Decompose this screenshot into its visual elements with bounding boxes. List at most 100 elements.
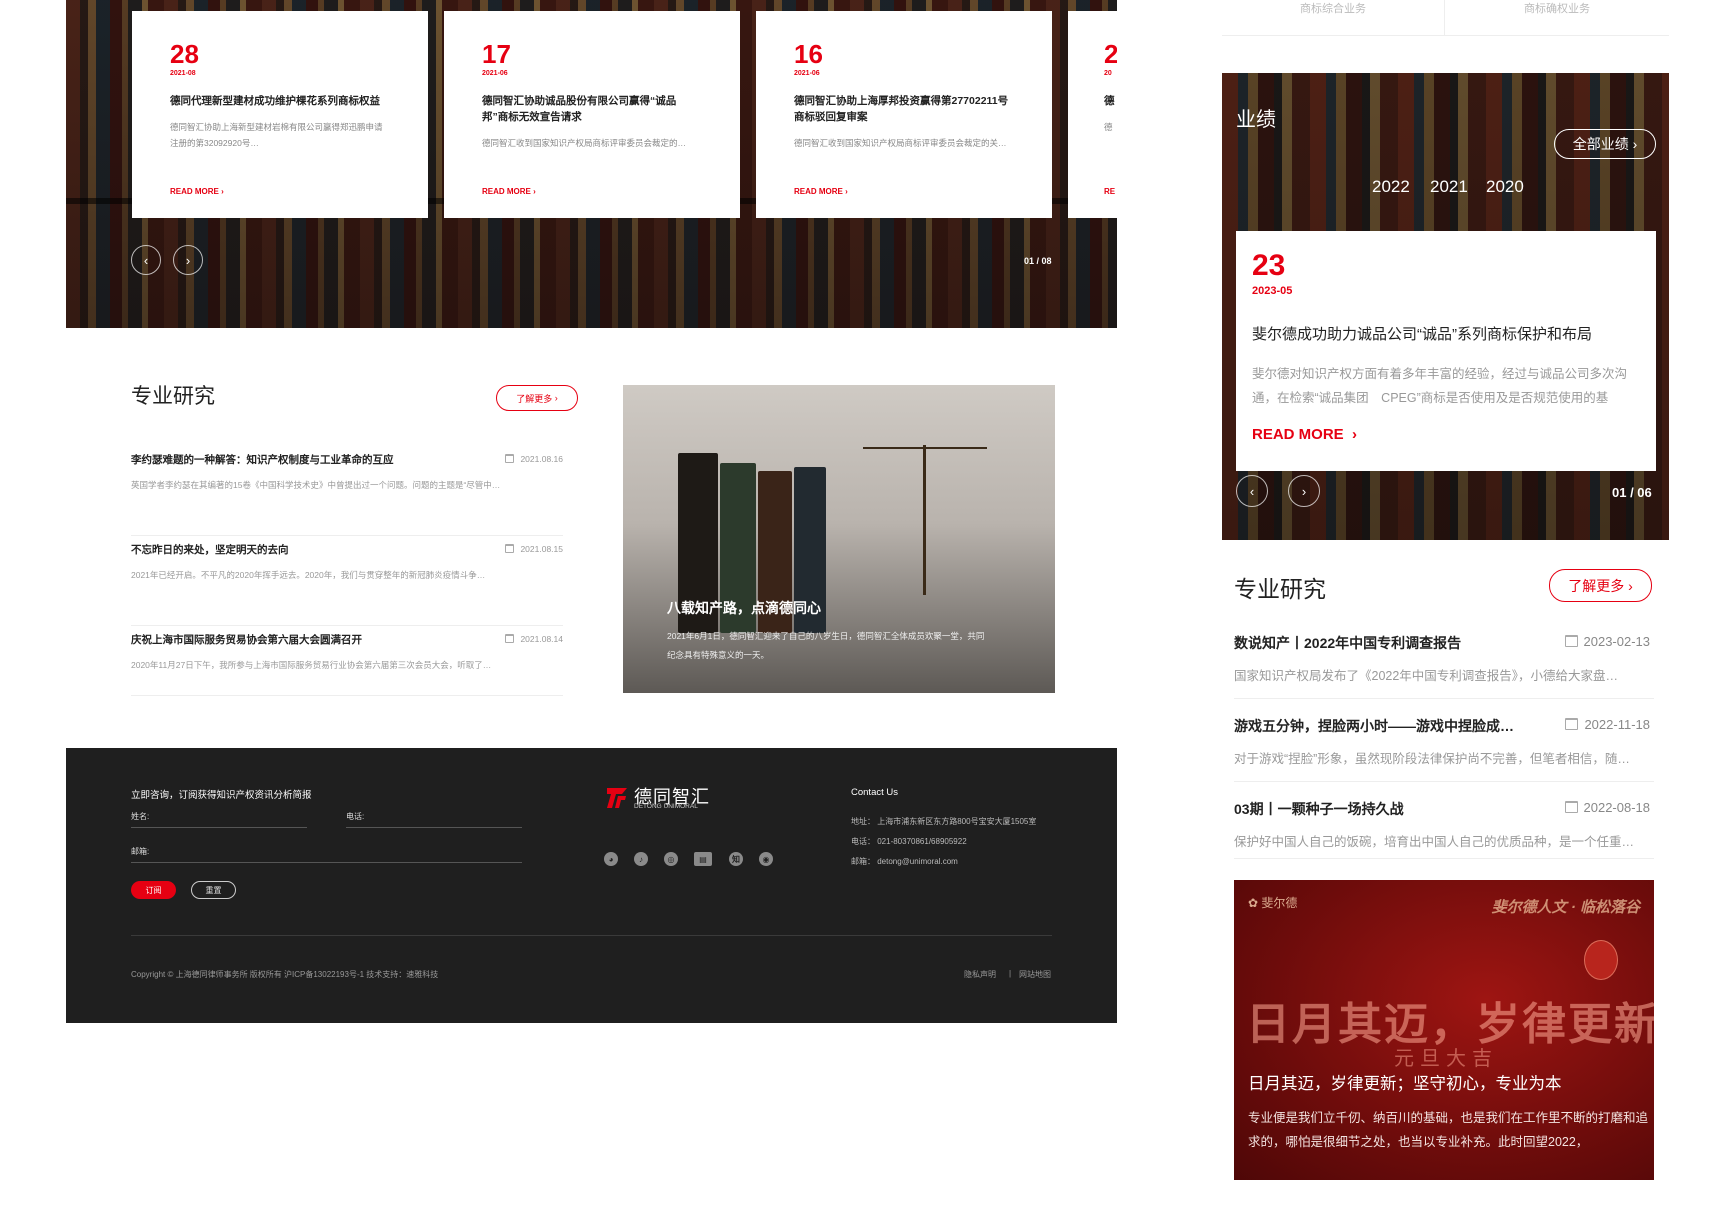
read-more-link[interactable]: READ MORE › [170,187,224,196]
read-more-link[interactable]: READ MORE › [794,187,848,196]
tab-trademark-general[interactable]: 商标综合业务 [1222,0,1444,36]
desktop-hero-carousel: 28 2021-08 德同代理新型建材成功维护棵花系列商标权益 德同智汇协助上海… [66,0,1117,328]
card-year-month: 2021-06 [482,70,508,77]
weibo-icon[interactable]: ◎ [664,852,678,866]
research-item-title: 03期丨一颗种子一场持久战 [1234,801,1404,817]
prev-slide-button[interactable]: ‹ [131,245,161,275]
learn-more-button[interactable]: 了解更多 › [1549,569,1652,602]
research-list-item[interactable]: 03期丨一颗种子一场持久战 2022-08-18 保护好中国人自己的饭碗，培育出… [1234,799,1654,859]
footer-link-separator: | [1009,969,1012,978]
card-title: 德同智汇协助诚品股份有限公司赢得“诚品邦”商标无效宣告请求 [482,95,677,123]
chevron-right-icon: › [1628,577,1633,594]
next-slide-button[interactable]: › [1288,475,1320,507]
research-item-title: 李约瑟难题的一种解答：知识产权制度与工业革命的互应 [131,454,394,466]
calendar-icon [1564,801,1578,813]
next-slide-button[interactable]: › [173,245,203,275]
research-section-title: 专业研究 [1234,576,1326,602]
research-item-desc: 2021年已经开启。不平凡的2020年挥手远去。2020年，我们与贯穿整年的新冠… [131,570,486,580]
scale-illustration [863,447,987,449]
phone-label: 电话: [346,812,365,821]
card-desc: 德同智汇协助上海新型建材岩棉有限公司赢得郑迅鹏申请注册的第32092920号… [170,122,383,148]
chevron-right-icon: › [185,252,191,268]
mobile-business-tabs: 商标综合业务 商标确权业务 [1222,0,1669,36]
feature-title: 八载知产路，点滴德同心 [667,600,821,616]
card-title: 德同代理新型建材成功维护棵花系列商标权益 [170,95,380,107]
research-section-title: 专业研究 [131,385,215,408]
read-more-link[interactable]: READ MORE › [482,187,536,196]
year-tab-2020[interactable]: 2020 [1486,177,1524,197]
research-item-desc: 保护好中国人自己的饭碗，培育出中国人自己的优质品种，是一个任重… [1234,835,1635,849]
privacy-link[interactable]: 隐私声明 [964,969,996,980]
research-feature-image[interactable]: 八载知产路，点滴德同心 2021年6月1日，德同智汇迎来了自己的八岁生日，德同智… [623,385,1055,693]
phone-input[interactable] [346,827,522,828]
card-day: 28 [170,39,199,69]
name-input[interactable] [131,827,307,828]
email-input[interactable] [131,862,522,863]
new-year-banner[interactable]: ✿ 斐尔德 斐尔德人文 · 临松落谷 日月其迈，岁律更新 元旦大吉 日月其迈，岁… [1234,880,1654,1180]
scale-illustration [923,445,926,595]
calendar-icon [505,454,515,463]
toutiao-icon[interactable]: ▤ [694,852,712,866]
learn-more-button[interactable]: 了解更多 › [496,385,578,411]
tab-trademark-rights[interactable]: 商标确权业务 [1445,0,1669,36]
research-list-item[interactable]: 游戏五分钟，捏脸两小时——游戏中捏脸成… 2022-11-18 对于游戏“捏脸”… [1234,716,1654,782]
research-item-desc: 对于游戏“捏脸”形象，虽然现阶段法律保护尚不完善，但笔者相信，随… [1234,752,1630,766]
chevron-right-icon: › [1352,426,1358,443]
read-more-link[interactable]: RE [1104,187,1115,196]
research-item-title: 庆祝上海市国际服务贸易协会第六届大会圆满召开 [131,634,362,646]
lantern-icon [1584,940,1618,980]
banner-desc: 专业便是我们立千仞、纳百川的基础，也是我们在工作里不断的打磨和追求的，哪怕是很细… [1248,1111,1649,1149]
contact-address: 地址： 上海市浦东新区东方路800号宝安大厦1505室 [851,817,1037,826]
research-item-title: 不忘昨日的来处，坚定明天的去向 [131,544,289,556]
chevron-right-icon: › [845,187,848,196]
flower-logo-icon: ✿ [1248,896,1259,910]
card-title: 德 [1104,95,1115,107]
research-list-item[interactable]: 数说知产丨2022年中国专利调查报告 2023-02-13 国家知识产权局发布了… [1234,633,1654,699]
research-item-desc: 国家知识产权局发布了《2022年中国专利调查报告》，小德给大家盘… [1234,669,1619,683]
feature-desc: 2021年6月1日，德同智汇迎来了自己的八岁生日，德同智汇全体成员欢聚一堂，共同… [667,631,985,660]
research-item-title: 游戏五分钟，捏脸两小时——游戏中捏脸成… [1234,718,1514,734]
prev-slide-button[interactable]: ‹ [1236,475,1268,507]
zhihu-icon[interactable]: 知 [729,852,743,866]
performance-title: 业绩 [1236,109,1276,131]
copyright-text: Copyright © 上海德同律师事务所 版权所有 沪ICP备13022193… [131,970,439,979]
research-list-item[interactable]: 李约瑟难题的一种解答：知识产权制度与工业革命的互应 2021.08.16 英国学… [131,452,563,536]
chevron-right-icon: › [533,187,536,196]
year-tab-2022[interactable]: 2022 [1372,177,1410,197]
card-title: 德同智汇协助上海厚邦投资赢得第27702211号商标驳回复审案 [794,95,1009,123]
all-performance-button[interactable]: 全部业绩 › [1554,129,1656,159]
chevron-left-icon: ‹ [143,252,149,268]
card-year-month: 2021-08 [170,70,196,77]
chevron-right-icon: › [554,393,558,403]
banner-title: 日月其迈，岁律更新；坚守初心，专业为本 [1248,1075,1562,1093]
subscribe-button[interactable]: 订阅 [131,881,176,899]
card-year-month: 2021-06 [794,70,820,77]
research-item-date: 2023-02-13 [1564,634,1650,649]
reset-button[interactable]: 重置 [191,881,236,899]
research-list-item[interactable]: 不忘昨日的来处，坚定明天的去向 2021.08.15 2021年已经开启。不平凡… [131,542,563,626]
sitemap-link[interactable]: 网站地图 [1019,969,1051,980]
banner-logo: ✿ 斐尔德 [1248,896,1298,910]
news-card[interactable]: 17 2021-06 德同智汇协助诚品股份有限公司赢得“诚品邦”商标无效宣告请求… [444,11,740,218]
chevron-right-icon: › [1301,483,1307,499]
calendar-icon [505,634,515,643]
research-item-date: 2022-11-18 [1565,717,1650,732]
news-card[interactable]: 28 2021-08 德同代理新型建材成功维护棵花系列商标权益 德同智汇协助上海… [132,11,428,218]
qq-icon[interactable]: ◉ [759,852,773,866]
read-more-link[interactable]: READ MORE › [1252,426,1640,443]
research-item-desc: 英国学者李约瑟在其编著的15卷《中国科学技术史》中曾提出过一个问题。问题的主题是… [131,480,501,490]
card-desc: 德同智汇收到国家知识产权局商标评审委员会裁定的关… [794,138,1007,148]
performance-carousel: 业绩 全部业绩 › 2022 2021 2020 23 2023-05 斐尔德成… [1222,73,1669,540]
news-card[interactable]: 16 2021-06 德同智汇协助上海厚邦投资赢得第27702211号商标驳回复… [756,11,1052,218]
tiktok-icon[interactable]: ♪ [634,852,648,866]
performance-card[interactable]: 23 2023-05 斐尔德成功助力诚品公司“诚品”系列商标保护和布局 斐尔德对… [1236,231,1656,471]
research-list-item[interactable]: 庆祝上海市国际服务贸易协会第六届大会圆满召开 2021.08.14 2020年1… [131,632,563,696]
year-tab-2021[interactable]: 2021 [1430,177,1468,197]
chevron-left-icon: ‹ [1249,483,1255,499]
news-card[interactable]: 2 20 德 德 RE [1068,11,1117,218]
card-day: 16 [794,39,823,69]
wechat-icon[interactable]: ◕ [604,852,618,866]
chevron-right-icon: › [221,187,224,196]
research-item-date: 2022-08-18 [1564,800,1650,815]
chevron-right-icon: › [1632,136,1638,152]
